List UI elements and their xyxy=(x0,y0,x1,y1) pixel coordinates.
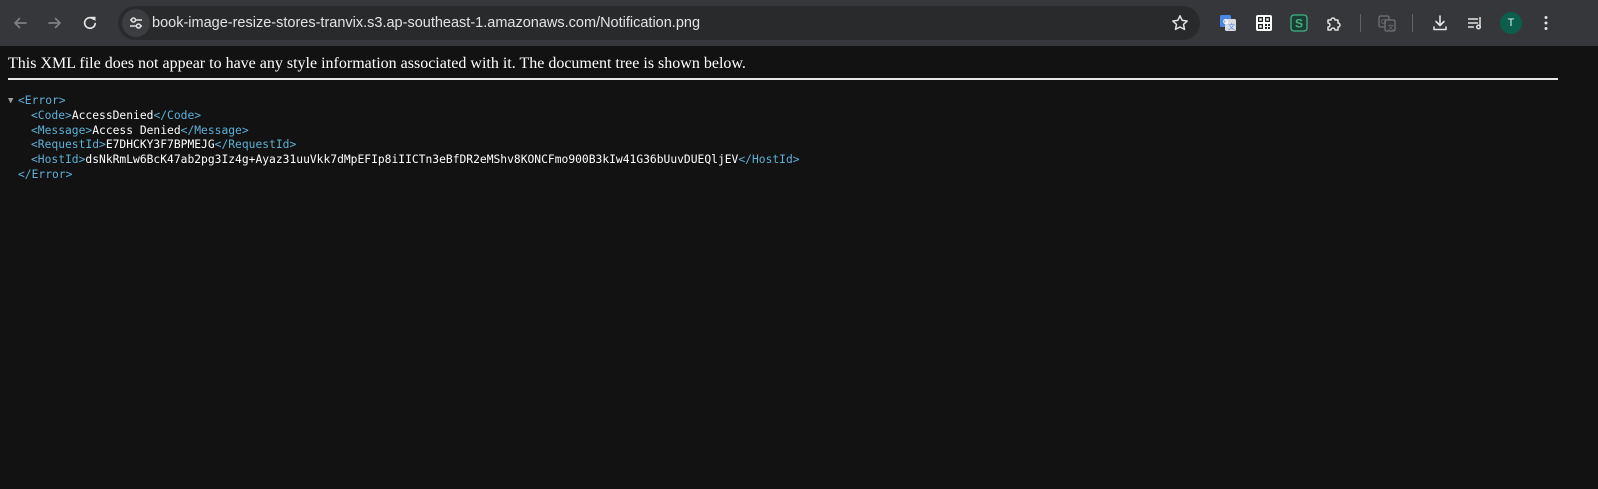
arrow-left-icon xyxy=(14,17,27,29)
arrow-right-icon xyxy=(48,17,61,29)
toolbar-separator xyxy=(1412,14,1413,32)
star-icon xyxy=(1172,15,1188,31)
browser-toolbar: book-image-resize-stores-tranvix.s3.ap-s… xyxy=(0,0,1598,46)
bookmark-button[interactable] xyxy=(1166,9,1194,37)
svg-text:G: G xyxy=(1381,19,1386,26)
xml-tag: <HostId> xyxy=(31,153,86,167)
kebab-menu-icon xyxy=(1544,16,1548,30)
xml-element-message: <Message>Access Denied</Message> xyxy=(0,124,800,139)
forward-button[interactable] xyxy=(40,8,70,38)
collapse-toggle-icon[interactable]: ▼ xyxy=(8,94,13,109)
notice-divider xyxy=(8,78,1558,80)
svg-text:S: S xyxy=(1295,17,1303,31)
site-info-button[interactable] xyxy=(122,9,150,37)
google-translate-extension[interactable]: G 文 xyxy=(1216,11,1240,35)
xml-tag: <Error> xyxy=(18,94,66,107)
reading-list-button[interactable] xyxy=(1463,11,1487,35)
xml-value: Access Denied xyxy=(92,123,181,137)
qr-code-extension[interactable] xyxy=(1252,11,1276,35)
xml-value: AccessDenied xyxy=(71,108,154,122)
download-icon xyxy=(1433,15,1447,31)
xml-value: E7DHCKY3F7BPMEJG xyxy=(105,138,215,152)
reload-icon xyxy=(83,16,97,30)
xml-style-notice: This XML file does not appear to have an… xyxy=(8,55,746,72)
profile-avatar[interactable]: T xyxy=(1500,12,1522,34)
xml-tag: </RequestId> xyxy=(214,138,297,152)
xml-tag: <Code> xyxy=(31,108,72,122)
reload-button[interactable] xyxy=(75,8,105,38)
translate-page-button[interactable]: G 文 xyxy=(1375,11,1399,35)
xml-tag: </Message> xyxy=(180,123,249,137)
downloads-button[interactable] xyxy=(1428,11,1452,35)
s-extension[interactable]: S xyxy=(1287,11,1311,35)
extensions-button[interactable] xyxy=(1322,11,1346,35)
back-button[interactable] xyxy=(5,8,35,38)
reading-list-icon xyxy=(1468,17,1482,30)
xml-root-close-line: </Error> xyxy=(0,168,800,183)
xml-value: dsNkRmLw6BcK47ab2pg3Iz4g+Ayaz31uuVkk7dMp… xyxy=(85,153,739,167)
puzzle-icon xyxy=(1327,17,1341,31)
xml-element-requestid: <RequestId>E7DHCKY3F7BPMEJG</RequestId> xyxy=(0,138,800,153)
toolbar-separator xyxy=(1360,14,1361,32)
xml-tag: </HostId> xyxy=(738,153,800,167)
svg-text:文: 文 xyxy=(1388,22,1395,31)
address-bar[interactable]: book-image-resize-stores-tranvix.s3.ap-s… xyxy=(118,6,1200,40)
xml-tag: <Message> xyxy=(31,123,93,137)
qr-code-icon xyxy=(1256,15,1272,31)
xml-root-open-line: ▼ <Error> xyxy=(0,94,800,109)
xml-tag: <RequestId> xyxy=(31,138,106,152)
s-extension-icon: S xyxy=(1290,14,1308,32)
google-translate-icon: G 文 xyxy=(1220,15,1236,31)
xml-tag: </Code> xyxy=(153,108,202,122)
tune-icon xyxy=(130,17,142,29)
xml-element-hostid: <HostId>dsNkRmLw6BcK47ab2pg3Iz4g+Ayaz31u… xyxy=(0,153,800,168)
browser-menu-button[interactable] xyxy=(1534,11,1558,35)
xml-tag: </Error> xyxy=(18,167,73,181)
svg-text:文: 文 xyxy=(1228,22,1235,31)
translate-page-icon: G 文 xyxy=(1378,15,1396,32)
xml-tree: ▼ <Error> <Code>AccessDenied</Code> <Mes… xyxy=(0,94,800,183)
xml-element-code: <Code>AccessDenied</Code> xyxy=(0,109,800,124)
url-text[interactable]: book-image-resize-stores-tranvix.s3.ap-s… xyxy=(152,6,700,40)
